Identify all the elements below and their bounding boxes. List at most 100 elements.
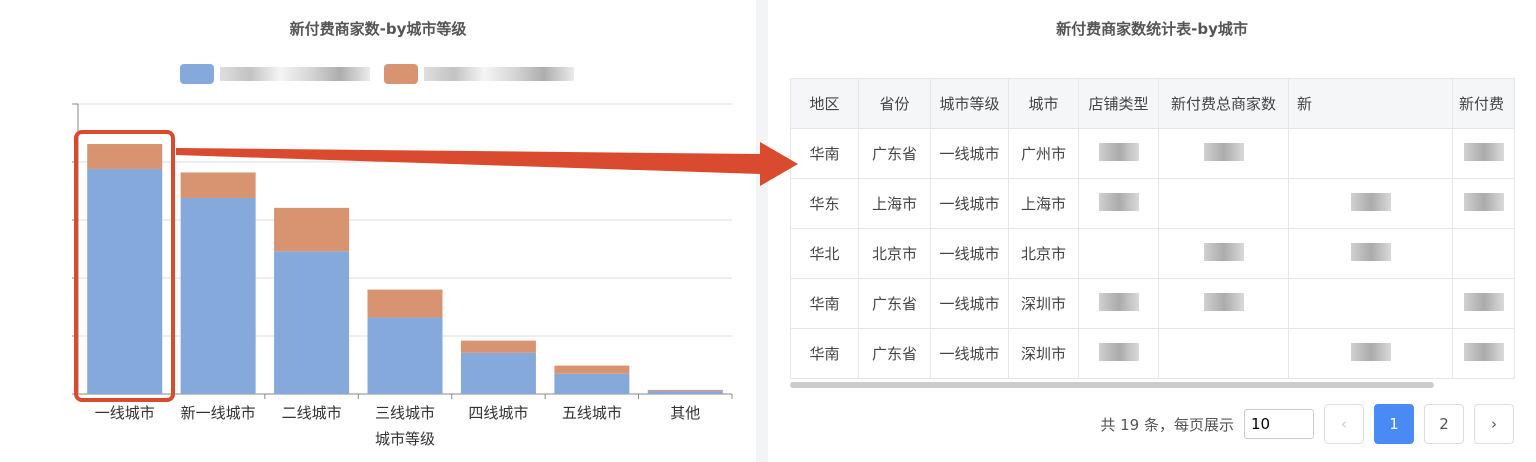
page-2-button[interactable]: 2 [1424, 404, 1464, 444]
bar-2-7 [647, 389, 723, 392]
table-cell: 华东 [790, 178, 859, 229]
bar-1-7 [647, 391, 723, 394]
page-1-button[interactable]: 1 [1374, 404, 1414, 444]
bar-1-2 [180, 197, 256, 394]
bar-1-4 [367, 317, 443, 394]
redacted-cell [1452, 128, 1515, 179]
table-cell: 广东省 [858, 128, 931, 179]
prev-page-button[interactable]: ‹ [1324, 404, 1364, 444]
redacted-cell [1078, 328, 1159, 379]
x-tick-label: 二线城市 [282, 404, 342, 422]
table-cell: 一线城市 [930, 178, 1009, 229]
bar-2-1 [87, 144, 163, 169]
redacted-cell [1288, 278, 1453, 329]
x-tick-label: 四线城市 [468, 404, 528, 422]
table-row[interactable]: 华北 北京市 一线城市 北京市 [790, 228, 1515, 279]
table-cell: 广东省 [858, 278, 931, 329]
redacted-block [1203, 142, 1244, 161]
table-cell: 广东省 [858, 328, 931, 379]
redacted-cell [1078, 128, 1159, 179]
table-cell: 华南 [790, 278, 859, 329]
redacted-block [1463, 192, 1504, 211]
redacted-cell [1158, 128, 1289, 179]
redacted-block [1463, 342, 1504, 361]
table-cell: 华北 [790, 228, 859, 279]
page-size-input[interactable] [1244, 409, 1314, 439]
col-header-blurred-text: 新 [1297, 95, 1313, 113]
redacted-cell [1078, 228, 1159, 279]
x-axis-title: 城市等级 [375, 430, 435, 448]
stacked-bar-chart: 一线城市 新一线城市 二线城市 三线城市 四线城市 五线城市 其他城市等级 [72, 103, 733, 448]
bar-2-5 [460, 340, 536, 353]
redacted-cell [1288, 228, 1453, 279]
table-cell: 北京市 [858, 228, 931, 279]
redacted-cell [1288, 328, 1453, 379]
x-tick-label: 新一线城市 [181, 404, 256, 422]
col-header-city[interactable]: 城市 [1008, 78, 1079, 129]
x-tick-label: 一线城市 [95, 404, 155, 422]
redacted-cell [1158, 328, 1289, 379]
x-tick-label: 五线城市 [562, 404, 622, 422]
redacted-cell [1452, 278, 1515, 329]
table-cell: 深圳市 [1008, 328, 1079, 379]
city-level-chart-panel: 新付费商家数-by城市等级 一线城市 新一线城市 二线城市 三线城市 四线城市 五线城市其… [0, 0, 756, 462]
redacted-block [1350, 242, 1391, 261]
bar-2-3 [274, 207, 350, 252]
col-header-new-paid-total[interactable]: 新付费总商家数 [1158, 78, 1289, 129]
next-page-button[interactable]: › [1474, 404, 1514, 444]
table-cell: 一线城市 [930, 228, 1009, 279]
table-cell: 北京市 [1008, 228, 1079, 279]
table-row[interactable]: 华南 广东省 一线城市 广州市 [790, 128, 1515, 179]
x-tick-label: 其他 [670, 404, 700, 422]
table-cell: 广州市 [1008, 128, 1079, 179]
pagination: 共 19 条，每页展示 ‹ 1 2 › [1100, 404, 1514, 444]
table-cell: 一线城市 [930, 328, 1009, 379]
table-row[interactable]: 华东 上海市 一线城市 上海市 [790, 178, 1515, 229]
redacted-block [1203, 292, 1244, 311]
total-count-text: 共 19 条，每页展示 [1100, 415, 1234, 434]
table-cell: 一线城市 [930, 128, 1009, 179]
col-header-region[interactable]: 地区 [790, 78, 859, 129]
table-cell: 华南 [790, 128, 859, 179]
col-header-city-level[interactable]: 城市等级 [930, 78, 1009, 129]
redacted-block [1098, 292, 1139, 311]
table-cell: 深圳市 [1008, 278, 1079, 329]
bar-1-5 [460, 352, 536, 394]
redacted-cell [1452, 328, 1515, 379]
city-stats-table-panel: 新付费商家数统计表-by城市 地区 省份 城市等级 城市 店铺类型 新付费总商家… [768, 0, 1536, 462]
table-cell: 上海市 [858, 178, 931, 229]
redacted-cell [1158, 178, 1289, 229]
redacted-block [1350, 342, 1391, 361]
stats-table: 地区 省份 城市等级 城市 店铺类型 新付费总商家数 新 新付费 华南 广东省 一线… [790, 78, 1515, 379]
table-row[interactable]: 华南 广东省 一线城市 深圳市 [790, 278, 1515, 329]
table-title: 新付费商家数统计表-by城市 [1056, 20, 1248, 38]
redacted-cell [1078, 278, 1159, 329]
redacted-cell [1158, 278, 1289, 329]
redacted-cell [1078, 178, 1159, 229]
table-cell: 一线城市 [930, 278, 1009, 329]
redacted-cell [1158, 228, 1289, 279]
redacted-block [1463, 142, 1504, 161]
table-cell: 华南 [790, 328, 859, 379]
redacted-block [1098, 192, 1139, 211]
table-row[interactable]: 华南 广东省 一线城市 深圳市 [790, 328, 1515, 379]
redacted-block [1463, 292, 1504, 311]
bar-1-6 [554, 373, 630, 394]
bar-2-2 [180, 172, 256, 198]
redacted-block [1098, 342, 1139, 361]
col-header-blurred[interactable]: 新 [1288, 78, 1453, 129]
bar-2-6 [554, 365, 630, 374]
col-header-new-paid-truncated[interactable]: 新付费 [1452, 78, 1515, 129]
redacted-block [1098, 142, 1139, 161]
redacted-cell [1288, 128, 1453, 179]
table-header-row: 地区 省份 城市等级 城市 店铺类型 新付费总商家数 新 新付费 [790, 78, 1515, 129]
col-header-store-type[interactable]: 店铺类型 [1078, 78, 1159, 129]
redacted-cell [1452, 228, 1515, 279]
redacted-block [1350, 192, 1391, 211]
horizontal-scrollbar[interactable] [790, 382, 1434, 388]
col-header-province[interactable]: 省份 [858, 78, 931, 129]
bar-1-3 [274, 251, 350, 394]
redacted-block [1203, 242, 1244, 261]
x-tick-label: 三线城市 [375, 404, 435, 422]
redacted-cell [1288, 178, 1453, 229]
